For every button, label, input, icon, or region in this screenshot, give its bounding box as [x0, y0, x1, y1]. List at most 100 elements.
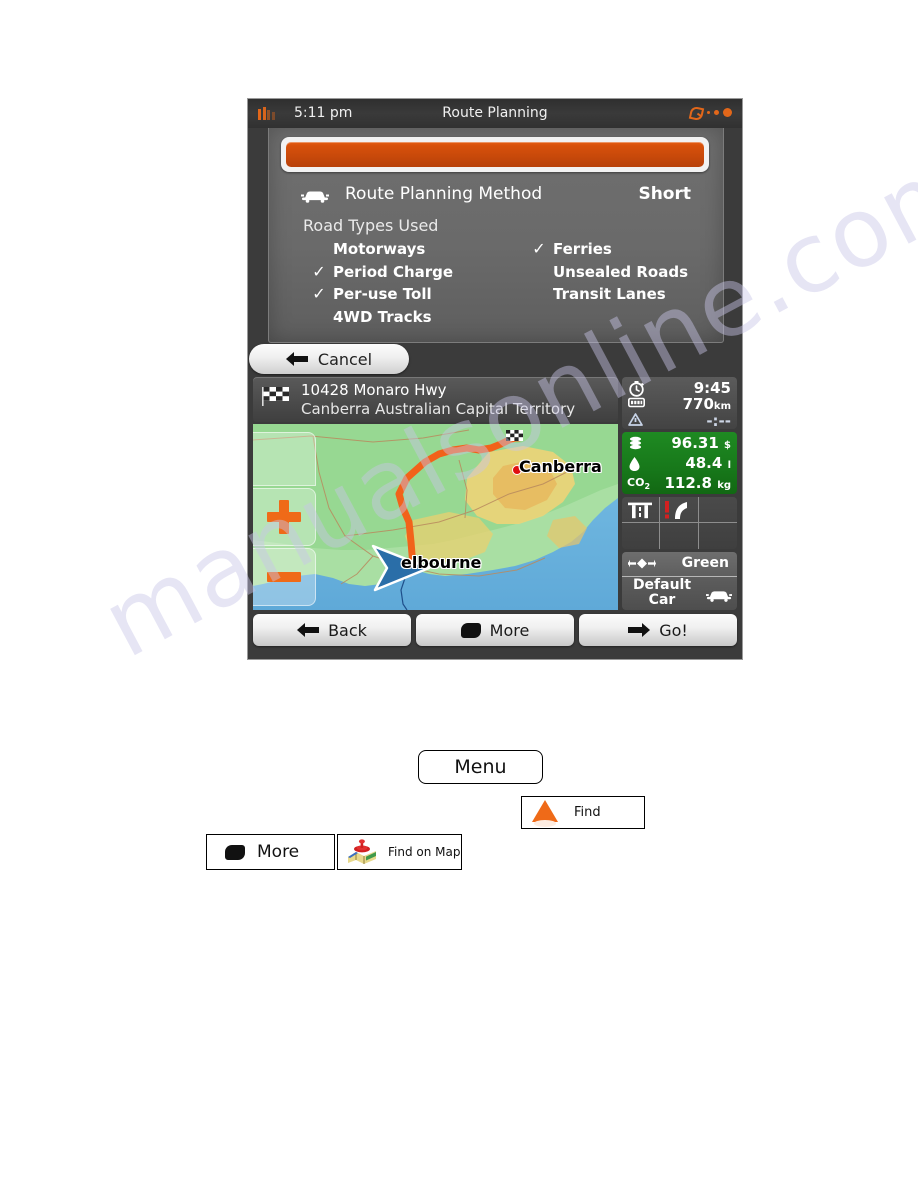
gps-dot-medium-icon: [714, 110, 719, 115]
more-button[interactable]: More: [416, 614, 574, 646]
doc-menu-button[interactable]: Menu: [418, 750, 543, 784]
more-rounded-icon: [225, 844, 245, 860]
road-type-label: 4WD Tracks: [333, 307, 432, 326]
cost-co2: 112.8 kg: [665, 474, 732, 492]
gps-dot-small-icon: [707, 111, 710, 114]
address-line-2: Canberra Australian Capital Territory: [301, 400, 576, 418]
road-types-column-left: Motorways ✓ Period Charge ✓ Per-use Toll…: [311, 238, 521, 328]
doc-more-label: More: [257, 842, 300, 862]
progress-bar: [281, 137, 709, 172]
route-planning-method-label: Route Planning Method: [345, 184, 543, 204]
arrow-left-icon: [297, 623, 320, 637]
route-planning-method-value: Short: [638, 184, 691, 204]
zoom-in-button[interactable]: [253, 488, 316, 546]
route-alt-icon: [628, 558, 656, 569]
back-button[interactable]: Back: [253, 614, 411, 646]
motorway-icon: [628, 502, 652, 519]
doc-find-on-map-button[interactable]: Find on Map: [337, 834, 462, 870]
more-button-label: More: [489, 620, 530, 640]
check-icon: ✓: [532, 239, 546, 258]
destination-address-bar[interactable]: 10428 Monaro Hwy Canberra Australian Cap…: [253, 377, 618, 422]
go-button[interactable]: Go!: [579, 614, 737, 646]
doc-find-label: Find: [574, 805, 601, 820]
eta-section[interactable]: 9:45 770km -:--: [622, 377, 737, 430]
road-type-ferries[interactable]: ✓ Ferries: [531, 238, 741, 261]
arrow-right-icon: [628, 623, 651, 637]
satellite-dish-icon: [690, 106, 703, 119]
map-view[interactable]: Canberra elbourne: [253, 424, 618, 610]
road-types-column-right: ✓ Ferries Unsealed Roads Transit Lanes: [531, 238, 741, 306]
cost-section[interactable]: 96.31 $ 48.4 l CO2 112.8 kg: [622, 432, 737, 494]
gps-device-screenshot: 5:11 pm Route Planning Route Planning Me…: [248, 99, 742, 659]
minus-icon: [267, 572, 301, 582]
road-type-label: Motorways: [333, 240, 426, 258]
eta-distance-value: 770: [682, 395, 714, 413]
check-icon: ✓: [312, 261, 326, 281]
road-type-transit-lanes[interactable]: Transit Lanes: [531, 283, 741, 306]
road-type-per-use-toll[interactable]: ✓ Per-use Toll: [311, 283, 521, 306]
gps-dot-large-icon: [723, 108, 732, 117]
car-icon: [706, 591, 732, 602]
map-pan-area[interactable]: [253, 432, 316, 486]
doc-more-button[interactable]: More: [206, 834, 335, 870]
warning-curve-icon: [665, 501, 687, 519]
vehicle-label: Default Car: [632, 577, 692, 608]
coins-icon: [629, 436, 642, 450]
cost-money: 96.31 $: [671, 434, 731, 452]
city-label-melbourne: elbourne: [401, 553, 482, 572]
destination-flag-icon: [506, 430, 523, 441]
alert-icon: [628, 413, 643, 426]
go-button-label: Go!: [659, 620, 688, 640]
map-pin-icon: [348, 839, 376, 864]
back-button-label: Back: [328, 620, 367, 640]
road-type-motorways[interactable]: Motorways: [311, 238, 521, 261]
road-type-label: Ferries: [553, 240, 612, 258]
road-type-label: Period Charge: [333, 262, 454, 281]
road-type-label: Per-use Toll: [333, 285, 432, 303]
clock-icon: [629, 381, 644, 397]
road-types-title: Road Types Used: [303, 216, 439, 235]
co2-label: CO2: [627, 476, 651, 492]
city-label-canberra: Canberra: [519, 457, 602, 476]
zoom-out-button[interactable]: [253, 548, 316, 606]
eta-distance-unit: km: [713, 401, 731, 412]
arrow-left-icon: [285, 352, 308, 366]
map-zoom-controls: [253, 432, 316, 608]
route-planning-method-row[interactable]: Route Planning Method Short: [283, 184, 709, 214]
status-right-icons: [690, 106, 732, 119]
route-mode-row[interactable]: Green: [622, 552, 737, 577]
cost-fuel: 48.4 l: [685, 454, 731, 472]
cancel-button[interactable]: Cancel: [249, 344, 409, 374]
device-bottom-button-bar: Back More Go!: [253, 614, 737, 646]
cancel-button-label: Cancel: [317, 349, 373, 369]
road-type-4wd-tracks[interactable]: 4WD Tracks: [311, 306, 521, 329]
address-line-1: 10428 Monaro Hwy: [301, 381, 447, 399]
road-type-unsealed-roads[interactable]: Unsealed Roads: [531, 261, 741, 284]
status-bar: 5:11 pm Route Planning: [248, 99, 742, 128]
doc-menu-label: Menu: [454, 756, 507, 778]
check-icon: ✓: [312, 284, 326, 303]
route-mode-section[interactable]: Green Default Car: [622, 552, 737, 610]
road-type-label: Unsealed Roads: [553, 262, 688, 281]
car-icon: [301, 191, 329, 203]
doc-find-button[interactable]: Find: [521, 796, 645, 829]
road-icons-grid[interactable]: [622, 497, 737, 549]
cost-co2-unit: kg: [717, 480, 731, 491]
page-title: Route Planning: [442, 105, 548, 121]
cost-money-value: 96.31: [671, 434, 719, 452]
more-rounded-icon: [460, 622, 481, 638]
road-type-label: Transit Lanes: [553, 285, 666, 303]
route-mode-label: Green: [681, 555, 729, 571]
cost-money-unit: $: [724, 440, 731, 451]
checkered-flag-icon: [262, 387, 289, 406]
plus-icon: [267, 500, 301, 534]
cost-fuel-value: 48.4: [685, 454, 723, 472]
road-type-period-charge[interactable]: ✓ Period Charge: [311, 261, 521, 284]
route-planning-panel: Route Planning Method Short Road Types U…: [268, 128, 724, 343]
doc-find-on-map-label: Find on Map: [388, 845, 461, 859]
progress-bar-fill: [286, 142, 704, 167]
cost-fuel-unit: l: [727, 460, 731, 471]
distance-icon: [628, 397, 645, 408]
eta-remaining-value: -:--: [706, 412, 731, 430]
fuel-drop-icon: [629, 457, 640, 471]
